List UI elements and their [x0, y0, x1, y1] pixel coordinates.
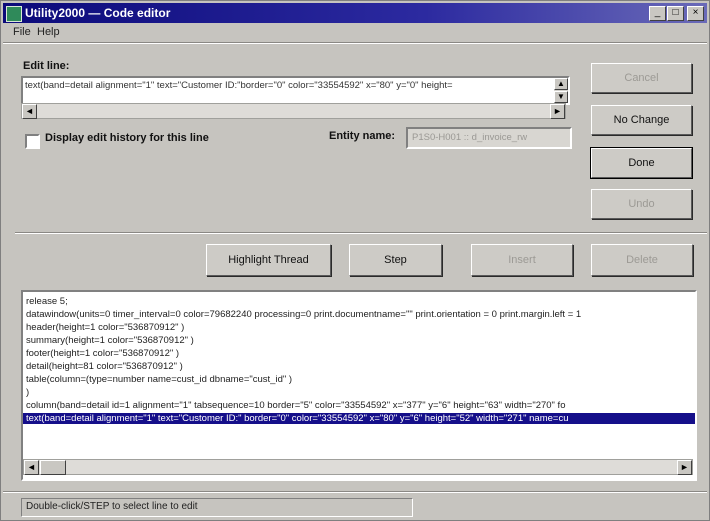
- menu-file[interactable]: File: [13, 26, 31, 38]
- cancel-button[interactable]: Cancel: [591, 63, 692, 93]
- close-button[interactable]: ×: [687, 6, 704, 21]
- done-button[interactable]: Done: [590, 147, 693, 179]
- entity-name-value: P1S0-H001 :: d_invoice_rw: [412, 132, 528, 143]
- status-text: Double-click/STEP to select line to edit: [26, 501, 198, 512]
- window-title: Utility2000 — Code editor: [25, 6, 171, 20]
- entity-label: Entity name:: [329, 130, 396, 142]
- no-change-button[interactable]: No Change: [591, 105, 692, 135]
- code-line[interactable]: header(height=1 color="536870912" ): [26, 322, 184, 333]
- menu-divider: [3, 42, 707, 44]
- highlight-thread-button[interactable]: Highlight Thread: [206, 244, 331, 276]
- scroll-left-arrow-icon[interactable]: ◄: [22, 104, 37, 119]
- history-label: Display edit history for this line: [45, 132, 209, 144]
- scroll-right-arrow-icon[interactable]: ►: [677, 460, 692, 475]
- menu-bar: File Help: [3, 24, 707, 41]
- code-line[interactable]: footer(height=1 color="536870912" ): [26, 348, 179, 359]
- code-line[interactable]: summary(height=1 color="536870912" ): [26, 335, 194, 346]
- edit-line-text: text(band=detail alignment="1" text="Cus…: [25, 80, 453, 91]
- code-line[interactable]: column(band=detail id=1 alignment="1" ta…: [26, 400, 565, 411]
- app-icon: [6, 6, 22, 22]
- section-divider: [15, 232, 707, 234]
- code-listing[interactable]: release 5; datawindow(units=0 timer_inte…: [21, 290, 697, 481]
- scroll-down-arrow-icon[interactable]: ▼: [554, 91, 568, 103]
- insert-button[interactable]: Insert: [471, 244, 573, 276]
- code-hscroll[interactable]: ◄ ►: [23, 459, 693, 475]
- edit-line-label: Edit line:: [23, 60, 70, 72]
- delete-button[interactable]: Delete: [591, 244, 693, 276]
- code-editor-window: Utility2000 — Code editor _ □ × File Hel…: [0, 0, 710, 521]
- menu-help[interactable]: Help: [37, 26, 60, 38]
- title-bar[interactable]: Utility2000 — Code editor _ □ ×: [3, 3, 707, 23]
- code-line[interactable]: table(column=(type=number name=cust_id d…: [26, 374, 292, 385]
- undo-button[interactable]: Undo: [591, 189, 692, 219]
- step-button[interactable]: Step: [349, 244, 442, 276]
- edit-line-hscroll[interactable]: ◄ ►: [21, 103, 566, 119]
- code-line[interactable]: detail(height=81 color="536870912" ): [26, 361, 183, 372]
- scroll-left-arrow-icon[interactable]: ◄: [24, 460, 39, 475]
- maximize-button[interactable]: □: [667, 6, 684, 21]
- code-line[interactable]: release 5;: [26, 296, 68, 307]
- minimize-button[interactable]: _: [649, 6, 666, 21]
- code-line[interactable]: ): [26, 387, 29, 398]
- scroll-up-arrow-icon[interactable]: ▲: [554, 78, 568, 90]
- scroll-thumb[interactable]: [40, 460, 66, 475]
- edit-line-vscroll[interactable]: ▲ ▼: [554, 78, 568, 103]
- history-checkbox[interactable]: [25, 134, 40, 149]
- status-bar: Double-click/STEP to select line to edit: [21, 498, 413, 517]
- entity-name-field: P1S0-H001 :: d_invoice_rw: [406, 127, 572, 149]
- code-line[interactable]: datawindow(units=0 timer_interval=0 colo…: [26, 309, 581, 320]
- status-divider: [3, 491, 707, 493]
- selected-code-line[interactable]: text(band=detail alignment="1" text="Cus…: [23, 413, 695, 424]
- scroll-right-arrow-icon[interactable]: ►: [550, 104, 565, 119]
- edit-line-field[interactable]: text(band=detail alignment="1" text="Cus…: [21, 76, 570, 105]
